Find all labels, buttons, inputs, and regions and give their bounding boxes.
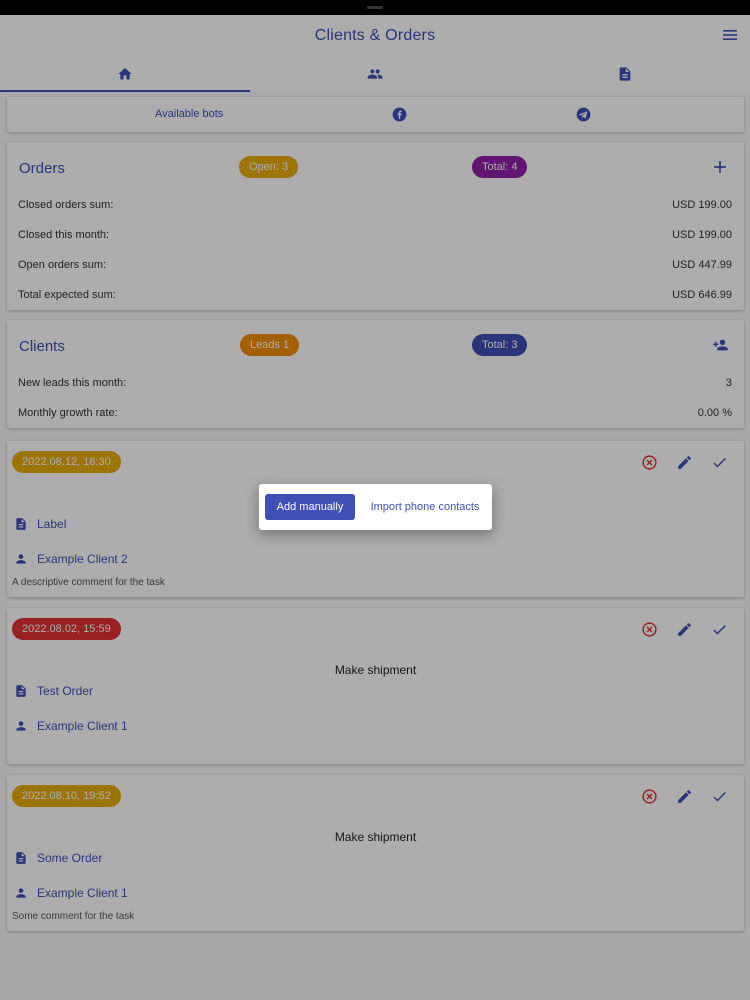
add-manually-button[interactable]: Add manually bbox=[265, 494, 355, 520]
status-bar bbox=[0, 0, 750, 15]
camera-notch bbox=[367, 6, 383, 9]
import-contacts-button[interactable]: Import phone contacts bbox=[362, 494, 488, 520]
add-client-menu: Add manually Import phone contacts bbox=[259, 484, 492, 530]
